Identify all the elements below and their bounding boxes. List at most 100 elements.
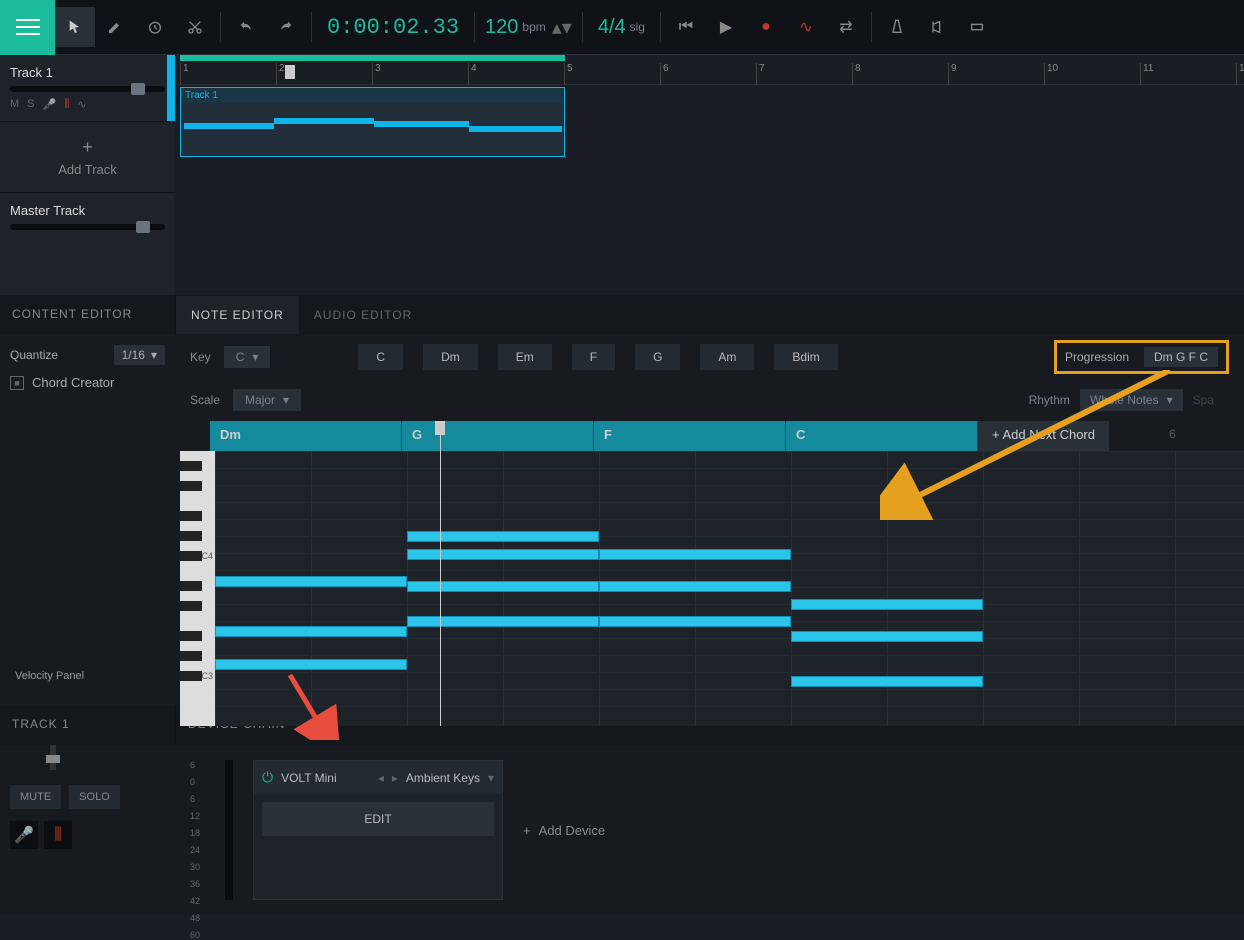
device-edit-button[interactable]: EDIT	[262, 802, 494, 836]
scale-dropdown[interactable]: Major ▾	[233, 389, 301, 411]
plus-icon: +	[0, 137, 175, 158]
clip-title: Track 1	[181, 88, 564, 103]
time-signature-control[interactable]: 4/4sig	[588, 16, 655, 39]
chord-preset-am[interactable]: Am	[700, 344, 754, 370]
midi-note[interactable]	[599, 549, 791, 560]
chord-preset-bdim[interactable]: Bdim	[774, 344, 837, 370]
track-name: Track 1	[10, 65, 165, 80]
key-label: Key	[190, 350, 211, 364]
tab-audio-editor[interactable]: AUDIO EDITOR	[299, 296, 427, 334]
track-automation-icon[interactable]: ∿	[77, 98, 86, 111]
prev-preset-icon[interactable]: ◂	[378, 771, 384, 785]
chord-creator-toggle[interactable]: ■Chord Creator	[10, 375, 165, 390]
record-button[interactable]: ●	[746, 7, 786, 47]
track-volume-slider[interactable]	[10, 86, 165, 92]
rewind-button[interactable]: ⏮	[666, 7, 706, 47]
chord-preset-c[interactable]: C	[358, 344, 403, 370]
next-preset-icon[interactable]: ▸	[392, 771, 398, 785]
midi-note[interactable]	[407, 531, 599, 542]
ruler-mark: 6	[660, 63, 669, 85]
midi-note[interactable]	[599, 581, 791, 592]
ruler-mark: 8	[852, 63, 861, 85]
ruler-mark: 9	[948, 63, 957, 85]
rhythm-dropdown[interactable]: Whole Notes ▾	[1080, 389, 1183, 411]
track-fader[interactable]	[50, 745, 56, 770]
chord-block-g[interactable]: G	[402, 421, 594, 451]
chord-block-f[interactable]: F	[594, 421, 786, 451]
midi-note[interactable]	[215, 576, 407, 587]
key-dropdown[interactable]: C ▾	[224, 346, 271, 368]
time-tool[interactable]	[135, 7, 175, 47]
midi-note[interactable]	[791, 676, 983, 687]
track-instrument-icon[interactable]: ⫼	[64, 98, 69, 111]
mute-button[interactable]: MUTE	[10, 785, 61, 809]
ruler-mark: 3	[372, 63, 381, 85]
midi-note[interactable]	[407, 581, 599, 592]
midi-note[interactable]	[791, 631, 983, 642]
add-track-button[interactable]: + Add Track	[0, 122, 175, 192]
cut-tool[interactable]	[175, 7, 215, 47]
pointer-tool[interactable]	[55, 7, 95, 47]
tab-note-editor[interactable]: NOTE EDITOR	[176, 296, 299, 334]
pencil-tool[interactable]	[95, 7, 135, 47]
progression-input[interactable]: Dm G F C	[1144, 347, 1218, 367]
bpm-control[interactable]: 120bpm ▴▾	[480, 15, 577, 40]
automation-button[interactable]: ∿	[786, 7, 826, 47]
device-volt-mini[interactable]: ⏻ VOLT Mini ◂ ▸ Ambient Keys ▾ EDIT	[253, 760, 503, 900]
add-next-chord-button[interactable]: + Add Next Chord	[978, 421, 1109, 451]
ruler-mark: 5	[564, 63, 573, 85]
power-icon[interactable]: ⏻	[262, 769, 273, 786]
track-header[interactable]: Track 1 M S 🎤 ⫼ ∿	[0, 55, 175, 122]
chord-preset-em[interactable]: Em	[498, 344, 552, 370]
chord-block-dm[interactable]: Dm	[210, 421, 402, 451]
time-display[interactable]: 0:00:02.33	[317, 15, 469, 40]
chord-block-c[interactable]: C	[786, 421, 978, 451]
playhead-icon[interactable]	[285, 65, 295, 79]
master-track-header[interactable]: Master Track	[0, 192, 175, 240]
count-in-button[interactable]	[917, 7, 957, 47]
editor-playhead[interactable]	[440, 421, 441, 726]
chord-preset-g[interactable]: G	[635, 344, 680, 370]
metronome-button[interactable]	[877, 7, 917, 47]
ruler-mark: 10	[1044, 63, 1058, 85]
piano-keys[interactable]: C4 C3	[180, 451, 215, 726]
quantize-dropdown[interactable]: 1/16 ▾	[114, 345, 165, 365]
device-name: VOLT Mini	[281, 771, 337, 785]
chord-preset-f[interactable]: F	[572, 344, 615, 370]
track-mute-button[interactable]: M	[10, 98, 19, 111]
loop-button[interactable]: ⇄	[826, 7, 866, 47]
midi-note[interactable]	[407, 616, 599, 627]
play-button[interactable]: ▶	[706, 7, 746, 47]
redo-button[interactable]	[266, 7, 306, 47]
master-volume-slider[interactable]	[10, 224, 165, 230]
db-scale: 6061218243036424860	[190, 760, 215, 900]
instrument-icon[interactable]: ⫼	[44, 821, 72, 849]
track-record-arm-icon[interactable]: 🎤	[43, 98, 57, 111]
timeline-ruler[interactable]: 123456789101112	[175, 55, 1244, 85]
device-preset: Ambient Keys	[406, 771, 480, 785]
input-device-icon[interactable]	[957, 7, 997, 47]
content-editor-title: CONTENT EDITOR	[0, 295, 175, 335]
solo-button[interactable]: SOLO	[69, 785, 120, 809]
midi-note[interactable]	[215, 659, 407, 670]
ruler-mark: 12	[1236, 63, 1244, 85]
midi-note[interactable]	[215, 626, 407, 637]
chord-preset-dm[interactable]: Dm	[423, 344, 478, 370]
track-solo-button[interactable]: S	[27, 98, 34, 111]
ruler-mark: 7	[756, 63, 765, 85]
midi-note[interactable]	[791, 599, 983, 610]
midi-note[interactable]	[599, 616, 791, 627]
velocity-panel-label[interactable]: Velocity Panel	[5, 665, 94, 687]
record-arm-icon[interactable]: 🎤	[10, 821, 38, 849]
midi-note[interactable]	[407, 549, 599, 560]
ruler-mark: 4	[468, 63, 477, 85]
quantize-label: Quantize	[10, 348, 58, 362]
chord-bar-number: 6	[1109, 421, 1236, 451]
undo-button[interactable]	[226, 7, 266, 47]
main-menu-button[interactable]	[0, 0, 55, 55]
preset-dropdown-icon[interactable]: ▾	[488, 771, 494, 785]
piano-roll-grid[interactable]	[215, 451, 1244, 726]
scale-label: Scale	[190, 393, 220, 407]
add-device-button[interactable]: + Add Device	[523, 823, 605, 838]
midi-clip[interactable]: Track 1	[180, 87, 565, 157]
